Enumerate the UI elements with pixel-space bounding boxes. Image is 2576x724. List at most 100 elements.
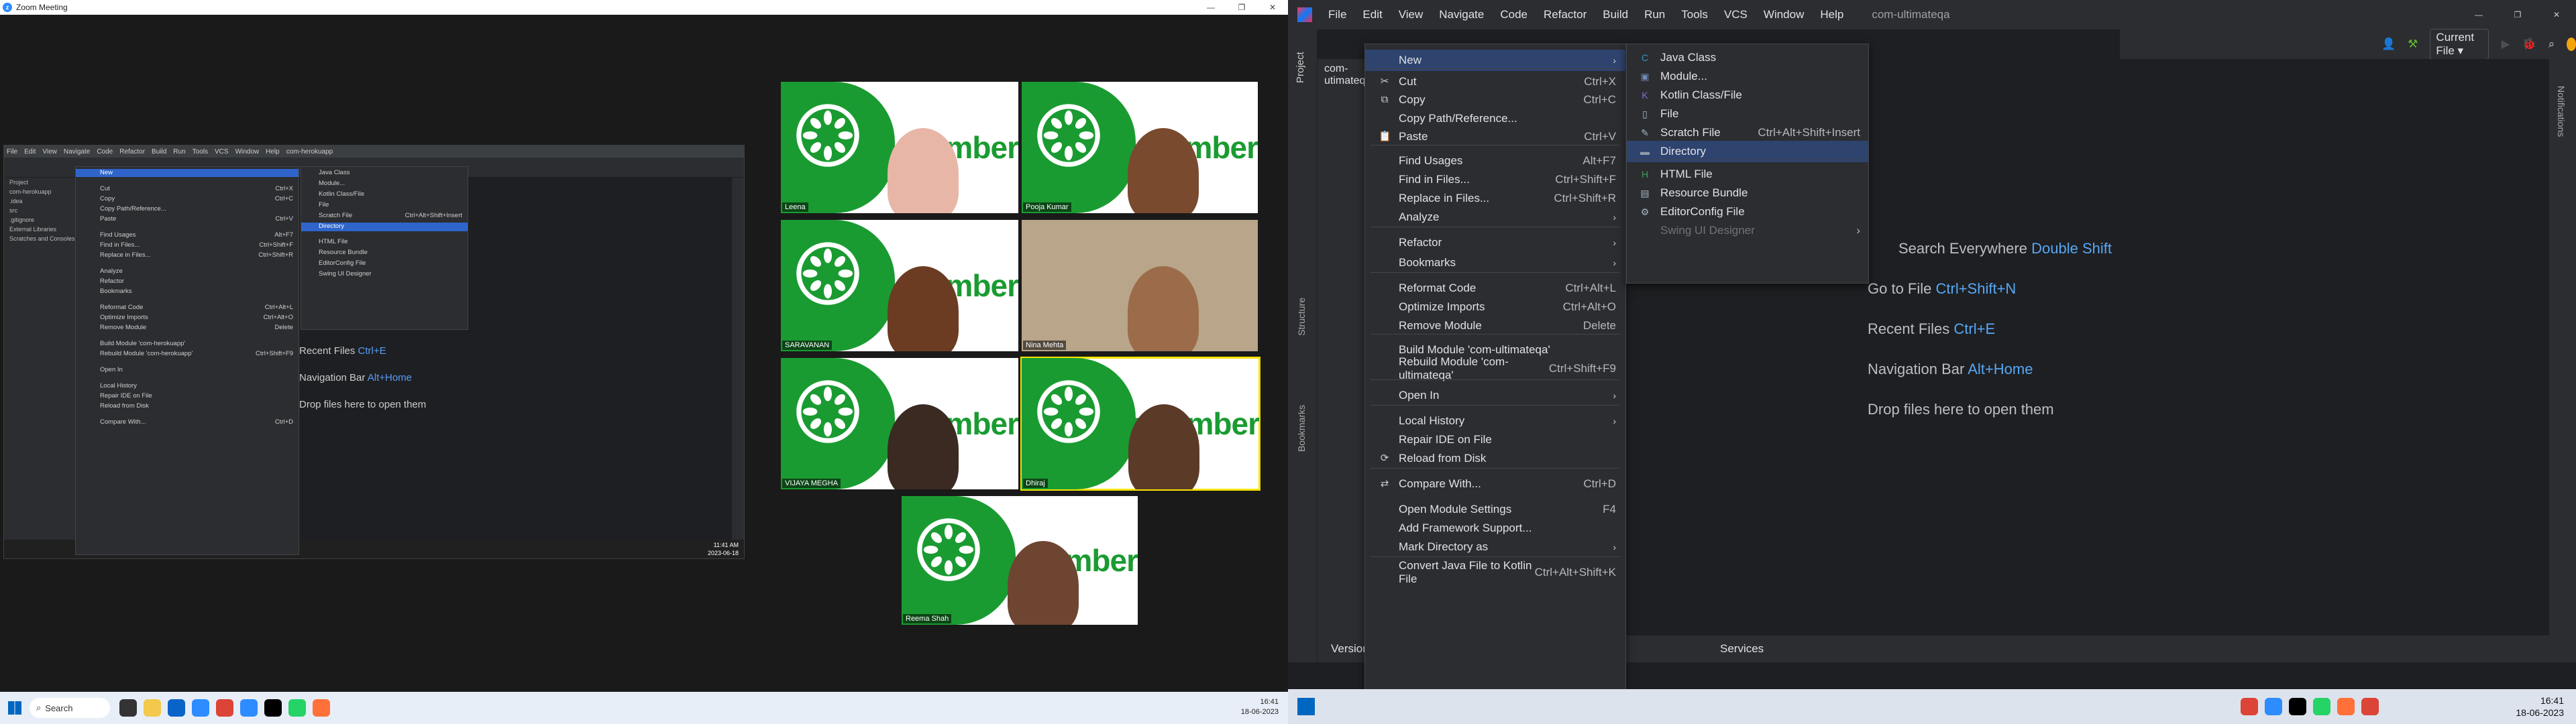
menu-run[interactable]: Run [1642, 7, 1668, 23]
cucumber-logo-icon [781, 220, 895, 351]
intellij-icon[interactable] [264, 699, 282, 717]
run-config-dropdown[interactable]: Current File ▾ [2430, 29, 2489, 60]
submenu-item-label: Scratch File [1660, 126, 1721, 139]
chrome-icon-right[interactable] [2241, 698, 2258, 715]
services-tab[interactable]: Services [1720, 642, 1764, 656]
shared-menu-row: Bookmarks [76, 288, 299, 296]
chrome-icon[interactable] [216, 699, 233, 717]
participant-tile[interactable]: Cumber Reema Shah [902, 496, 1138, 625]
shared-menu-item: Window [235, 147, 260, 156]
menu-edit[interactable]: Edit [1360, 7, 1385, 23]
bookmarks-tool-tab[interactable]: Bookmarks [1296, 405, 1307, 452]
shared-menu-row: Reformat Code Ctrl+Alt+L [76, 304, 299, 312]
shortcut: Ctrl+X [1584, 75, 1616, 88]
cucumber-logo-icon [781, 82, 895, 213]
menu-item-label: Find in Files... [1399, 173, 1470, 186]
notifications-tool-tab[interactable]: Notifications [2556, 86, 2567, 137]
participant-tile[interactable]: Cumber Leena [781, 82, 1018, 213]
menu-view[interactable]: View [1396, 7, 1426, 23]
intellij-icon-right[interactable] [2289, 698, 2306, 715]
compare-with--icon: ⇄ [1380, 478, 1389, 489]
shared-menu-item: File [7, 147, 18, 156]
menu-window[interactable]: Window [1761, 7, 1807, 23]
menu-build[interactable]: Build [1600, 7, 1631, 23]
menu-item-label: Convert Java File to Kotlin File [1399, 559, 1532, 585]
menu-item-open-in[interactable]: Open In › [1365, 385, 1625, 406]
shared-menu-shortcut: Ctrl+V [275, 215, 293, 223]
shared-project-item: com-herokuapp [9, 188, 52, 195]
scratch-file-icon: ✎ [1641, 127, 1649, 138]
menu-refactor[interactable]: Refactor [1541, 7, 1589, 23]
menu-item-bookmarks[interactable]: Bookmarks › [1365, 252, 1625, 274]
participant-name: SARAVANAN [782, 341, 833, 350]
project-tool-tab[interactable]: Project [1295, 52, 1306, 83]
submenu-item-label: File [1660, 107, 1679, 120]
shared-submenu-label: Scratch File [319, 212, 353, 219]
participant-tile[interactable]: Cumber Pooja Kumar [1022, 82, 1258, 213]
task-view-icon[interactable] [119, 699, 137, 717]
maximize-button[interactable]: ❐ [1226, 0, 1257, 15]
participant-tile[interactable]: Nina Mehta [1022, 220, 1258, 351]
menu-item-mark-directory-as[interactable]: Mark Directory as › [1365, 536, 1625, 558]
windows-start-icon[interactable] [8, 701, 21, 715]
firefox-icon[interactable] [313, 699, 330, 717]
shared-menu-shortcut: Alt+F7 [274, 231, 293, 239]
menu-code[interactable]: Code [1497, 7, 1530, 23]
menu-item-compare-with-[interactable]: ⇄ Compare With... Ctrl+D [1365, 473, 1625, 495]
minimize-button[interactable]: — [1195, 0, 1226, 15]
shared-menu-row: Optimize Imports Ctrl+Alt+O [76, 314, 299, 322]
shared-submenu-row: Swing UI Designer [301, 270, 468, 279]
html-file-icon: H [1641, 169, 1649, 180]
shared-menu-item: Tools [192, 147, 208, 156]
search-everywhere-icon[interactable]: ⌕ [2548, 38, 2555, 51]
close-button[interactable]: ✕ [1257, 0, 1288, 15]
build-hammer-icon[interactable]: ⚒ [2408, 38, 2418, 51]
menu-navigate[interactable]: Navigate [1436, 7, 1487, 23]
user-icon[interactable]: 👤 [2381, 38, 2396, 51]
debug-icon[interactable]: 🐞 [2522, 38, 2536, 51]
menu-tools[interactable]: Tools [1678, 7, 1711, 23]
menu-item-reload-from-disk[interactable]: ⟳ Reload from Disk [1365, 448, 1625, 469]
ide-toolbar: 👤 ⚒ Current File ▾ ▶ 🐞 ⌕ [2120, 29, 2576, 60]
shared-project-item: .idea [9, 198, 23, 204]
ide-left-toolstrip: Project Structure Bookmarks [1288, 29, 1318, 662]
shared-clock: 11:41 AM 2023-06-18 [707, 542, 739, 556]
participant-tile[interactable]: CucumberDhiraj [1020, 357, 1260, 491]
menu-item-convert-java-file-to-kotlin-file[interactable]: Convert Java File to Kotlin File Ctrl+Alt… [1365, 559, 1625, 585]
mail-icon[interactable] [168, 699, 185, 717]
shared-menu-shortcut: Ctrl+D [274, 418, 293, 426]
cucumber-logo-icon [902, 496, 1016, 625]
ide-close-button[interactable]: ✕ [2537, 0, 2576, 29]
shortcut: Ctrl+Shift+F9 [1548, 362, 1616, 375]
menu-vcs[interactable]: VCS [1721, 7, 1750, 23]
windows-start-icon-right[interactable] [1297, 698, 1315, 715]
firefox-icon-right[interactable] [2337, 698, 2355, 715]
edge-icon[interactable] [192, 699, 209, 717]
participant-tile[interactable]: Cumber VIJAYA MEGHA [781, 358, 1018, 489]
zoom-icon-right[interactable] [2265, 698, 2282, 715]
chevron-right-icon: › [1613, 237, 1616, 248]
taskbar-search-box[interactable]: ⌕ Search [30, 698, 110, 718]
whatsapp-icon[interactable] [288, 699, 306, 717]
menu-item-rebuild-module-com-ultimateqa-[interactable]: Rebuild Module 'com-ultimateqa' Ctrl+Shif… [1365, 355, 1625, 381]
zoom-side-taskbar: ⌕ Search 16:41 18-06-2023 [0, 692, 1288, 724]
updates-icon[interactable] [2567, 38, 2576, 51]
shared-menu-row: Copy Path/Reference... [76, 205, 299, 213]
file-explorer-icon[interactable] [144, 699, 161, 717]
menu-file[interactable]: File [1326, 7, 1349, 23]
structure-tool-tab[interactable]: Structure [1296, 298, 1307, 336]
run-icon[interactable]: ▶ [2501, 38, 2510, 51]
shared-menu-item: Navigate [63, 147, 91, 156]
menu-help[interactable]: Help [1817, 7, 1846, 23]
menu-item-analyze[interactable]: Analyze › [1365, 206, 1625, 228]
ide-minimize-button[interactable]: — [2459, 0, 2498, 29]
ide-maximize-button[interactable]: ❐ [2498, 0, 2537, 29]
participant-tile[interactable]: Cumber SARAVANAN [781, 220, 1018, 351]
menu-item-refactor[interactable]: Refactor › [1365, 232, 1625, 253]
chrome-icon-right-2[interactable] [2361, 698, 2379, 715]
whatsapp-icon-right[interactable] [2313, 698, 2330, 715]
shared-menu-row: Open In [76, 366, 299, 374]
participant-video [1128, 127, 1199, 213]
zoom-icon[interactable] [240, 699, 258, 717]
menu-item-label: Remove Module [1399, 319, 1482, 332]
